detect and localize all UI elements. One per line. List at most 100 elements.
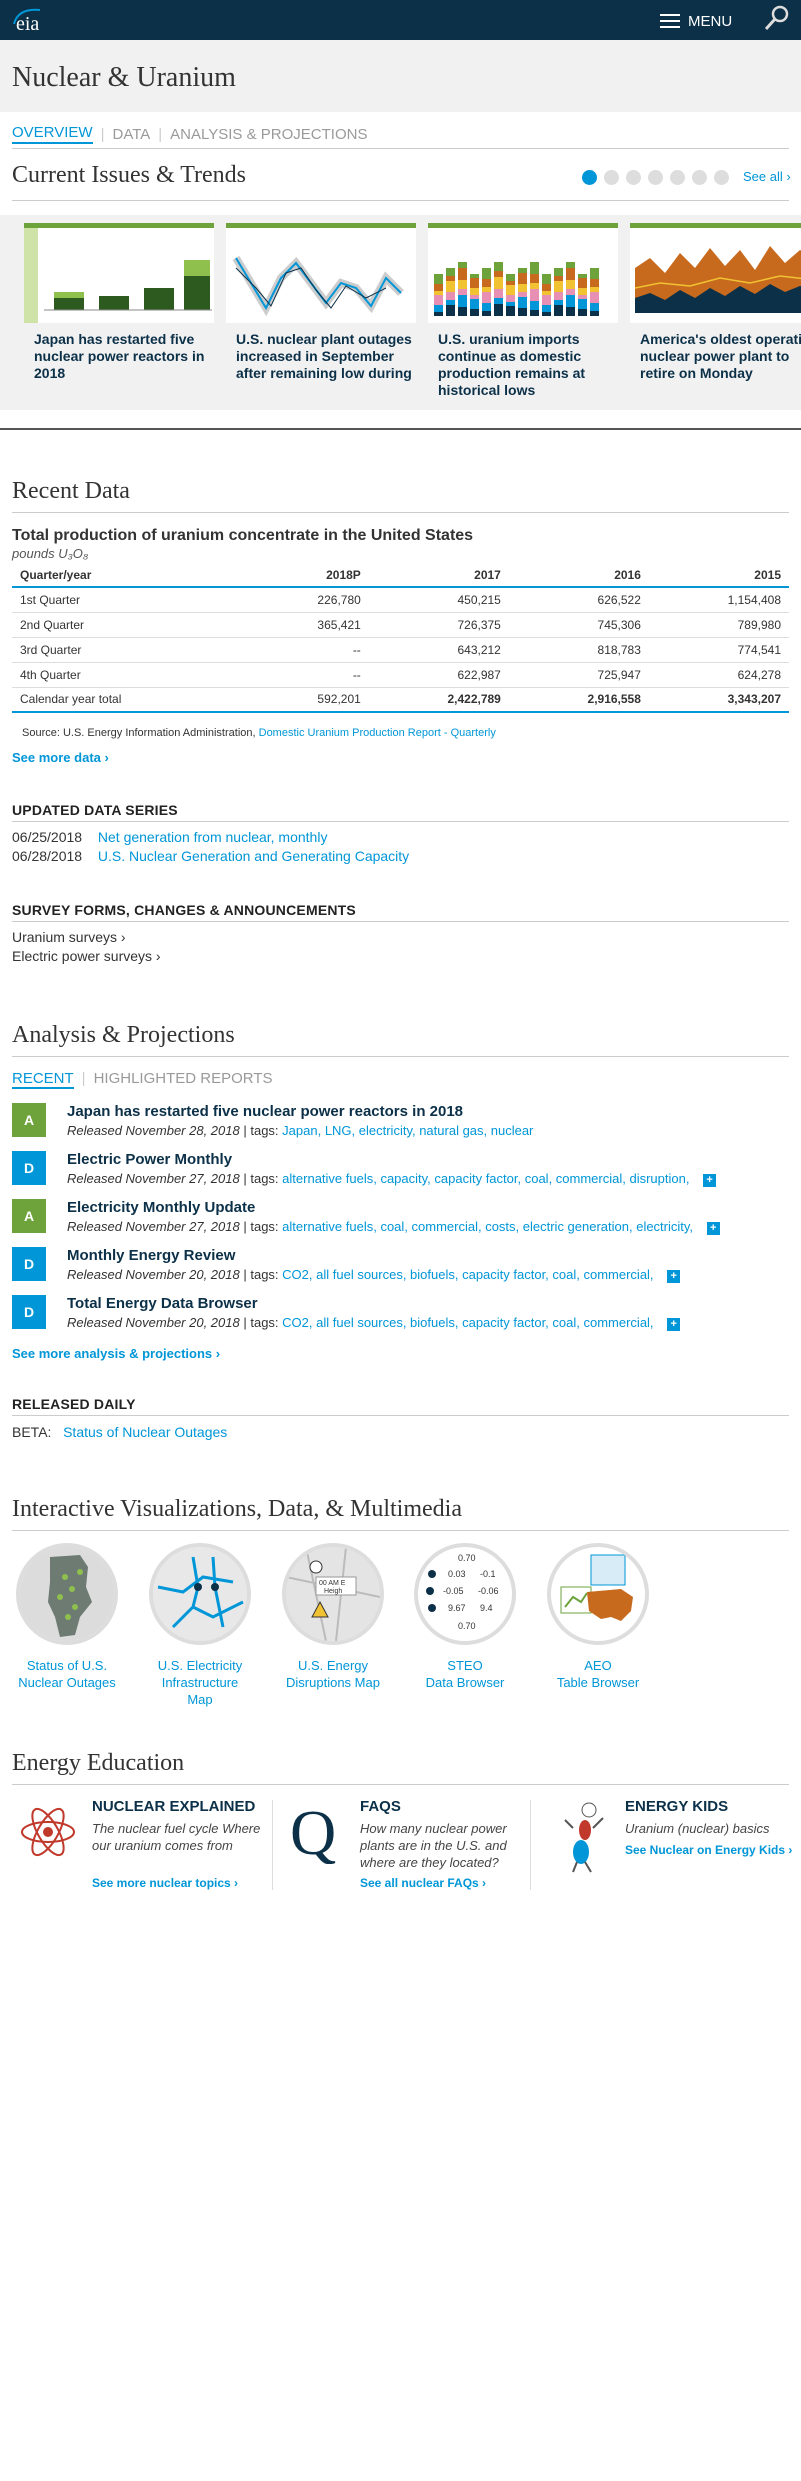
tab-data[interactable]: DATA [112, 126, 150, 143]
menu-button[interactable]: MENU [660, 10, 732, 32]
see-more-data-link[interactable]: See more data › [12, 750, 109, 765]
thumbnail-bar-segment [566, 295, 575, 307]
report-item: D Electric Power Monthly Released Novemb… [12, 1151, 789, 1191]
report-tags[interactable]: CO2, all fuel sources, biofuels, capacit… [282, 1315, 653, 1330]
edu-faqs: Q FAQS How many nuclear power plants are… [280, 1798, 530, 1898]
viz-electricity-infrastructure[interactable]: U.S. Electricity Infrastructure Map [140, 1543, 260, 1708]
tags-label: | tags: [243, 1219, 279, 1234]
thumbnail-bar-segment [578, 299, 587, 309]
report-tags[interactable]: Japan, LNG, electricity, natural gas, nu… [282, 1123, 533, 1138]
divider [12, 1056, 789, 1057]
edu-heading[interactable]: NUCLEAR EXPLAINED [92, 1798, 255, 1815]
edu-link[interactable]: See Nuclear on Energy Kids › [625, 1842, 795, 1858]
thumbnail-bar-segment [446, 276, 455, 281]
divider [12, 1530, 789, 1531]
table-cell: 2,916,558 [508, 687, 649, 713]
see-more-analysis-link[interactable]: See more analysis & projections › [12, 1346, 220, 1361]
thumbnail-bar-segment [578, 278, 587, 288]
thumbnail-bar-segment [458, 280, 467, 289]
trends-title: Current Issues & Trends [12, 162, 247, 188]
viz-nuclear-outages[interactable]: Status of U.S. Nuclear Outages [7, 1543, 127, 1691]
report-title-link[interactable]: Electricity Monthly Update [67, 1199, 255, 1216]
release-date: Released November 27, 2018 [67, 1171, 240, 1186]
edu-link[interactable]: See more nuclear topics › [92, 1876, 238, 1890]
trend-card[interactable]: America's oldest operating nuclear power… [630, 223, 801, 382]
edu-body[interactable]: Uranium (nuclear) basics [625, 1820, 795, 1837]
thumbnail-bar-segment [482, 268, 491, 279]
carousel-dot[interactable] [714, 170, 729, 185]
table-cell: 643,212 [368, 637, 509, 663]
divider [12, 1784, 789, 1785]
report-tags[interactable]: alternative fuels, coal, commercial, cos… [282, 1219, 693, 1234]
trend-card[interactable]: U.S. uranium imports continue as domesti… [428, 223, 618, 399]
report-title-link[interactable]: Electric Power Monthly [67, 1151, 232, 1168]
series-link[interactable]: U.S. Nuclear Generation and Generating C… [98, 848, 409, 864]
report-title-link[interactable]: Total Energy Data Browser [67, 1295, 258, 1312]
edu-body[interactable]: How many nuclear power plants are in the… [360, 1820, 530, 1871]
table-cell: -- [248, 637, 369, 663]
thumbnail-bar-segment [554, 300, 563, 305]
beta-label: BETA: [12, 1424, 52, 1440]
top-bar: eia MENU [0, 0, 801, 40]
report-tags[interactable]: CO2, all fuel sources, biofuels, capacit… [282, 1267, 653, 1282]
report-title-link[interactable]: Japan has restarted five nuclear power r… [67, 1103, 463, 1120]
carousel-dot[interactable] [692, 170, 707, 185]
see-all-link[interactable]: See all › [743, 169, 791, 184]
thumbnail-bar-segment [578, 309, 587, 316]
source-link[interactable]: Domestic Uranium Production Report - Qua… [259, 727, 496, 739]
carousel-dot[interactable] [604, 170, 619, 185]
carousel-dot[interactable] [670, 170, 685, 185]
viz-label-line: Table Browser [556, 1675, 640, 1690]
viz-steo-browser[interactable]: 0.70 0.03 -0.1 -0.05 -0.06 9.67 9.4 0.70… [405, 1543, 525, 1691]
thumbnail-bar-segment [470, 274, 479, 278]
tab-overview[interactable]: OVERVIEW [12, 124, 93, 144]
thumbnail-bar-segment [446, 268, 455, 276]
thumbnail-bar-segment [434, 295, 443, 305]
column-divider [530, 1800, 531, 1890]
carousel-dot[interactable] [648, 170, 663, 185]
report-title-link[interactable]: Monthly Energy Review [67, 1247, 235, 1264]
edu-link[interactable]: See all nuclear FAQs › [360, 1876, 486, 1890]
series-link[interactable]: Net generation from nuclear, monthly [98, 829, 328, 845]
carousel-dot[interactable] [626, 170, 641, 185]
edu-heading[interactable]: FAQS [360, 1798, 401, 1815]
thumbnail-bar-segment [590, 292, 599, 303]
viz-aeo-browser[interactable]: AEO Table Browser [538, 1543, 658, 1691]
expand-tags-button[interactable]: + [703, 1174, 717, 1187]
trend-card[interactable]: Japan has restarted five nuclear power r… [24, 223, 214, 382]
uranium-surveys-link[interactable]: Uranium surveys › [12, 929, 126, 945]
line-chart-thumbnail [232, 255, 404, 317]
trend-card[interactable]: U.S. nuclear plant outages increased in … [226, 223, 416, 382]
energy-kids-ant-icon [564, 1802, 604, 1873]
viz-label-line: Infrastructure [161, 1675, 239, 1690]
expand-tags-button[interactable]: + [667, 1270, 681, 1283]
expand-tags-button[interactable]: + [667, 1318, 681, 1331]
tab-recent[interactable]: RECENT [12, 1070, 74, 1089]
updated-series-title: UPDATED DATA SERIES [12, 802, 178, 818]
edu-heading[interactable]: ENERGY KIDS [625, 1798, 728, 1815]
thumbnail-bar-segment [434, 284, 443, 291]
sub-navigation: OVERVIEW | DATA | ANALYSIS & PROJECTIONS [12, 124, 367, 144]
thumbnail-bar-segment [578, 295, 587, 299]
report-tags[interactable]: alternative fuels, capacity, capacity fa… [282, 1171, 689, 1186]
nuclear-outages-link[interactable]: Status of Nuclear Outages [63, 1424, 227, 1440]
carousel-dot[interactable] [582, 170, 597, 185]
expand-tags-button[interactable]: + [706, 1222, 720, 1235]
viz-label: AEO Table Browser [538, 1657, 658, 1691]
thumbnail-bar-segment [542, 291, 551, 295]
edu-body[interactable]: The nuclear fuel cycle Where our uranium… [92, 1820, 262, 1854]
column-header: 2015 [648, 563, 789, 588]
column-divider [272, 1800, 273, 1890]
electric-power-surveys-link[interactable]: Electric power surveys › [12, 948, 161, 964]
analysis-tabs: RECENT | HIGHLIGHTED REPORTS [12, 1070, 273, 1089]
source-text: Source: U.S. Energy Information Administ… [22, 727, 256, 739]
viz-energy-disruptions[interactable]: 00 AM E Heigh U.S. Energy Disruptions Ma… [273, 1543, 393, 1691]
menu-label: MENU [688, 12, 733, 30]
eia-logo[interactable]: eia [10, 4, 50, 36]
tab-analysis-projections[interactable]: ANALYSIS & PROJECTIONS [170, 126, 367, 143]
divider [12, 821, 789, 822]
thumbnail-bar-segment [566, 280, 575, 289]
viz-label-line: Nuclear Outages [18, 1675, 116, 1690]
search-icon[interactable] [762, 3, 792, 33]
tab-highlighted-reports[interactable]: HIGHLIGHTED REPORTS [94, 1070, 273, 1089]
